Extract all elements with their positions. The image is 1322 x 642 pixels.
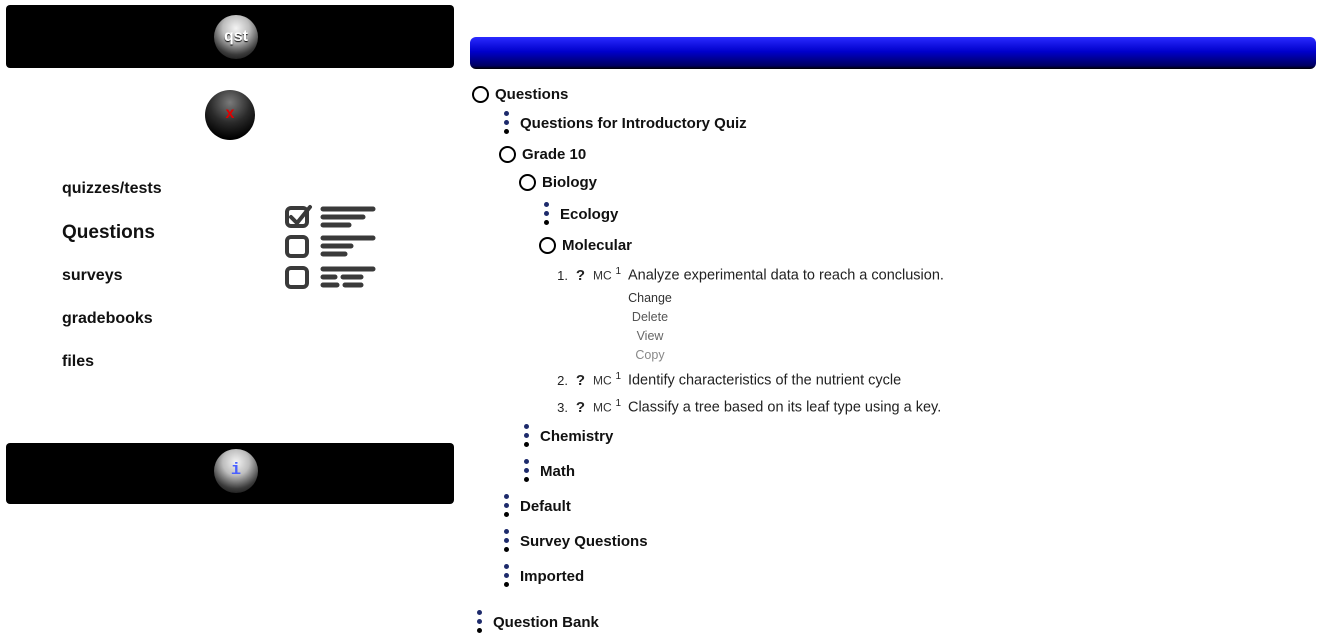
question-mark-icon: ?	[575, 398, 586, 416]
copy-link[interactable]: Copy	[610, 348, 690, 362]
info-bar: i	[6, 443, 454, 504]
nav-item-questions[interactable]: Questions	[62, 222, 155, 244]
question-type: MC	[592, 373, 612, 388]
header-bar: qst	[6, 5, 454, 68]
nav-item-quizzes-tests[interactable]: quizzes/tests	[62, 180, 162, 198]
tree-node-label: Imported	[520, 567, 585, 585]
tree-node-math[interactable]: Math	[524, 459, 575, 483]
tree-node-label: Default	[520, 497, 571, 515]
nav-item-gradebooks[interactable]: gradebooks	[62, 310, 153, 328]
tree-node-label: Biology	[542, 174, 597, 191]
question-mark-icon: ?	[575, 371, 586, 389]
tree-node-biology[interactable]: Biology	[519, 174, 597, 191]
question-mark-icon: ?	[575, 266, 586, 284]
tree-node-question-bank[interactable]: Question Bank	[477, 610, 599, 634]
kebab-icon	[524, 424, 530, 448]
tree-node-molecular[interactable]: Molecular	[539, 237, 632, 254]
question-type: MC	[592, 268, 612, 283]
tree-node-ecology[interactable]: Ecology	[544, 202, 618, 226]
circle-icon	[499, 146, 516, 163]
nav-item-surveys[interactable]: surveys	[62, 267, 123, 285]
delete-link[interactable]: Delete	[610, 310, 690, 324]
tree-node-label: Question Bank	[493, 613, 599, 631]
question-type: MC	[592, 400, 612, 415]
tree-node-survey-questions[interactable]: Survey Questions	[504, 529, 648, 553]
question-number: 3.	[557, 399, 568, 415]
circle-icon	[539, 237, 556, 254]
change-link[interactable]: Change	[610, 291, 690, 305]
tree-node-grade-10[interactable]: Grade 10	[499, 146, 586, 163]
tree-node-label: Math	[540, 462, 575, 480]
question-item[interactable]: 1. ? MC 1 Analyze experimental data to r…	[552, 266, 944, 284]
circle-icon	[472, 86, 489, 103]
question-item[interactable]: 2. ? MC 1 Identify characteristics of th…	[552, 371, 901, 389]
view-link[interactable]: View	[610, 329, 690, 343]
question-number: 1.	[557, 267, 568, 283]
logo-button[interactable]: qst	[214, 15, 258, 59]
circle-icon	[519, 174, 536, 191]
tree-node-label: Chemistry	[540, 427, 614, 445]
tree-node-label: Grade 10	[522, 146, 587, 163]
kebab-icon	[524, 459, 530, 483]
question-points: 1	[615, 398, 622, 409]
question-text: Classify a tree based on its leaf type u…	[627, 399, 942, 416]
close-button[interactable]: x	[205, 90, 255, 140]
kebab-icon	[504, 494, 510, 518]
tree-node-default[interactable]: Default	[504, 494, 571, 518]
question-number: 2.	[557, 372, 568, 388]
kebab-icon	[504, 111, 510, 135]
question-points: 1	[615, 266, 622, 277]
tree-node-label: Questions	[495, 86, 569, 103]
tree-node-label: Molecular	[562, 237, 633, 254]
tree-node-imported[interactable]: Imported	[504, 564, 584, 588]
kebab-icon	[504, 529, 510, 553]
tree-node-label: Survey Questions	[520, 532, 648, 550]
tree-node-questions[interactable]: Questions	[472, 86, 568, 103]
kebab-icon	[504, 564, 510, 588]
question-item[interactable]: 3. ? MC 1 Classify a tree based on its l…	[552, 398, 941, 416]
question-points: 1	[615, 371, 622, 382]
nav-item-files[interactable]: files	[62, 353, 94, 371]
kebab-icon	[477, 610, 483, 634]
tree-node-label: Questions for Introductory Quiz	[520, 114, 747, 132]
question-text: Analyze experimental data to reach a con…	[627, 267, 944, 284]
kebab-icon	[544, 202, 550, 226]
info-button[interactable]: i	[214, 449, 258, 493]
question-text: Identify characteristics of the nutrient…	[627, 372, 902, 389]
tree-node-chemistry[interactable]: Chemistry	[524, 424, 613, 448]
tree-node-intro-quiz[interactable]: Questions for Introductory Quiz	[504, 111, 747, 135]
tree-node-label: Ecology	[560, 205, 619, 223]
checklist-icon	[285, 205, 376, 289]
content-header-bar	[470, 37, 1316, 69]
